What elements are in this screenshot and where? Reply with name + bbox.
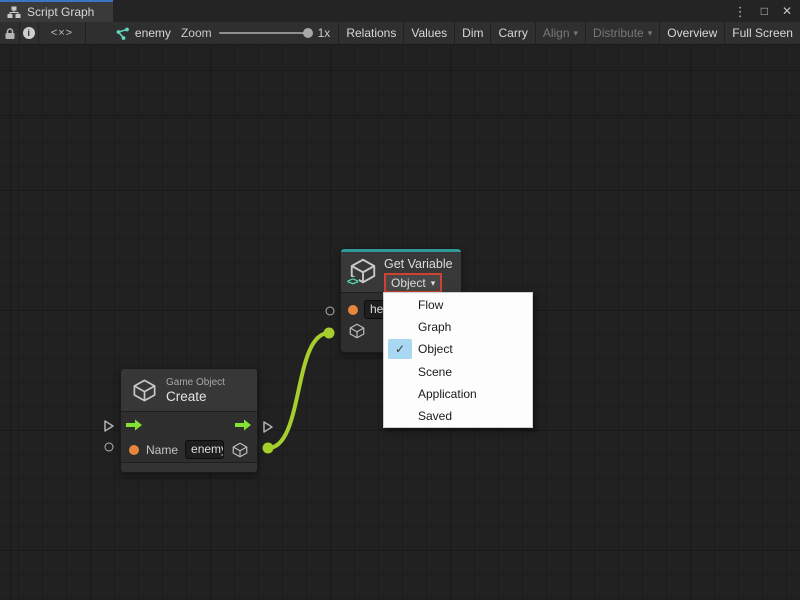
- zoom-slider-knob[interactable]: [303, 28, 313, 38]
- variable-kind-menu: Flow Graph ✓ Object Scene Application Sa…: [383, 292, 533, 428]
- chevron-down-icon: ▾: [431, 278, 436, 288]
- zoom-control: Zoom 1x: [181, 22, 338, 44]
- zoom-value: 1x: [318, 26, 331, 40]
- menu-item-label: Graph: [418, 320, 451, 334]
- menu-item-label: Object: [418, 342, 453, 356]
- relations-label: Relations: [346, 26, 396, 40]
- menu-item-graph[interactable]: Graph: [384, 316, 532, 338]
- window-controls: ⋮ □ ✕: [734, 0, 792, 22]
- toolbar-gap: [86, 22, 104, 44]
- name-port-label: Name: [146, 443, 178, 457]
- create-node-title: Create: [166, 389, 225, 404]
- overview-label: Overview: [667, 26, 717, 40]
- graph-icon: [114, 27, 129, 40]
- carry-button[interactable]: Carry: [490, 22, 534, 44]
- distribute-label: Distribute: [593, 26, 644, 40]
- unconnected-input-circle[interactable]: [105, 443, 114, 452]
- gameobject-cube-icon: [131, 377, 158, 404]
- menu-item-label: Flow: [418, 298, 443, 312]
- connection-endpoint-target[interactable]: [324, 328, 335, 339]
- info-icon: i: [23, 27, 35, 39]
- create-node-flow-row: [121, 412, 257, 437]
- code-icon: <×>: [51, 27, 73, 39]
- zoom-slider[interactable]: [219, 32, 311, 34]
- chevron-down-icon: ▾: [574, 28, 579, 38]
- full-screen-label: Full Screen: [732, 26, 793, 40]
- name-input-field[interactable]: enemy: [185, 440, 224, 459]
- menu-item-application[interactable]: Application: [384, 383, 532, 405]
- dim-button[interactable]: Dim: [454, 22, 490, 44]
- menu-item-saved[interactable]: Saved: [384, 405, 532, 427]
- menu-item-object[interactable]: ✓ Object: [384, 338, 532, 360]
- overview-button[interactable]: Overview: [659, 22, 724, 44]
- tab-script-graph[interactable]: Script Graph: [0, 0, 113, 22]
- window-menu-icon[interactable]: ⋮: [734, 5, 747, 18]
- lock-button[interactable]: [0, 22, 20, 44]
- get-variable-header-text: Get Variable Object ▾: [384, 256, 453, 293]
- script-graph-window: Script Graph ⋮ □ ✕ i <×>: [0, 0, 800, 600]
- port-circle-icon: [105, 443, 114, 452]
- gameobject-output-icon[interactable]: [231, 441, 249, 459]
- get-variable-header: <> Get Variable Object ▾: [341, 252, 461, 293]
- menu-item-label: Application: [418, 387, 477, 401]
- check-icon: ✓: [388, 339, 412, 359]
- code-view-button[interactable]: <×>: [39, 22, 87, 44]
- chevron-down-icon: ▾: [648, 28, 653, 38]
- breadcrumb-label: enemy: [135, 26, 171, 40]
- full-screen-button[interactable]: Full Screen: [724, 22, 800, 44]
- dim-label: Dim: [462, 26, 483, 40]
- title-bar: Script Graph ⋮ □ ✕: [0, 0, 800, 22]
- carry-label: Carry: [498, 26, 527, 40]
- inspect-button[interactable]: i: [20, 22, 39, 44]
- string-input-dot[interactable]: [348, 305, 358, 315]
- hierarchy-icon: [7, 6, 21, 19]
- zoom-label: Zoom: [181, 26, 212, 40]
- port-triangle-icon: [104, 420, 115, 433]
- create-node-name-row: Name enemy: [121, 437, 257, 462]
- align-label: Align: [543, 26, 570, 40]
- values-button[interactable]: Values: [403, 22, 454, 44]
- close-icon[interactable]: ✕: [782, 5, 792, 17]
- create-node-footer: [121, 462, 257, 472]
- menu-item-label: Saved: [418, 409, 452, 423]
- create-node-subtitle: Game Object: [166, 377, 225, 388]
- unconnected-input-circle[interactable]: [326, 307, 335, 316]
- menu-item-scene[interactable]: Scene: [384, 361, 532, 383]
- menu-item-flow[interactable]: Flow: [384, 294, 532, 316]
- distribute-button[interactable]: Distribute ▾: [585, 22, 659, 44]
- breadcrumb[interactable]: enemy: [104, 22, 181, 44]
- graph-toolbar: i <×> enemy Zoom 1x Relation: [0, 22, 800, 45]
- connection-endpoint-source[interactable]: [263, 443, 274, 454]
- graph-canvas[interactable]: <> Get Variable Object ▾ he: [0, 45, 800, 600]
- flow-output-arrow-icon[interactable]: [235, 419, 252, 431]
- flow-input-arrow-icon[interactable]: [126, 419, 143, 431]
- unconnected-flow-input-triangle[interactable]: [104, 420, 115, 433]
- variable-kind-dropdown[interactable]: Object ▾: [384, 273, 442, 293]
- unconnected-flow-output-triangle[interactable]: [263, 421, 274, 434]
- variable-cube-icon: <>: [348, 256, 378, 286]
- connection-wire[interactable]: [268, 333, 329, 448]
- create-node-header: Game Object Create: [121, 369, 257, 412]
- menu-item-label: Scene: [418, 365, 452, 379]
- port-triangle-icon: [263, 421, 274, 434]
- variable-angle-glyph: <>: [346, 277, 359, 287]
- variable-kind-value: Object: [391, 276, 426, 290]
- lock-icon: [4, 27, 16, 40]
- values-label: Values: [411, 26, 447, 40]
- align-button[interactable]: Align ▾: [535, 22, 585, 44]
- gameobject-port-icon[interactable]: [348, 322, 366, 340]
- get-variable-title: Get Variable: [384, 257, 453, 271]
- string-input-dot[interactable]: [129, 445, 139, 455]
- port-circle-icon: [326, 307, 335, 316]
- relations-button[interactable]: Relations: [338, 22, 403, 44]
- maximize-icon[interactable]: □: [761, 5, 768, 17]
- tab-label: Script Graph: [27, 5, 94, 19]
- create-game-object-node[interactable]: Game Object Create Name enemy: [120, 368, 258, 473]
- create-node-header-text: Game Object Create: [166, 377, 225, 404]
